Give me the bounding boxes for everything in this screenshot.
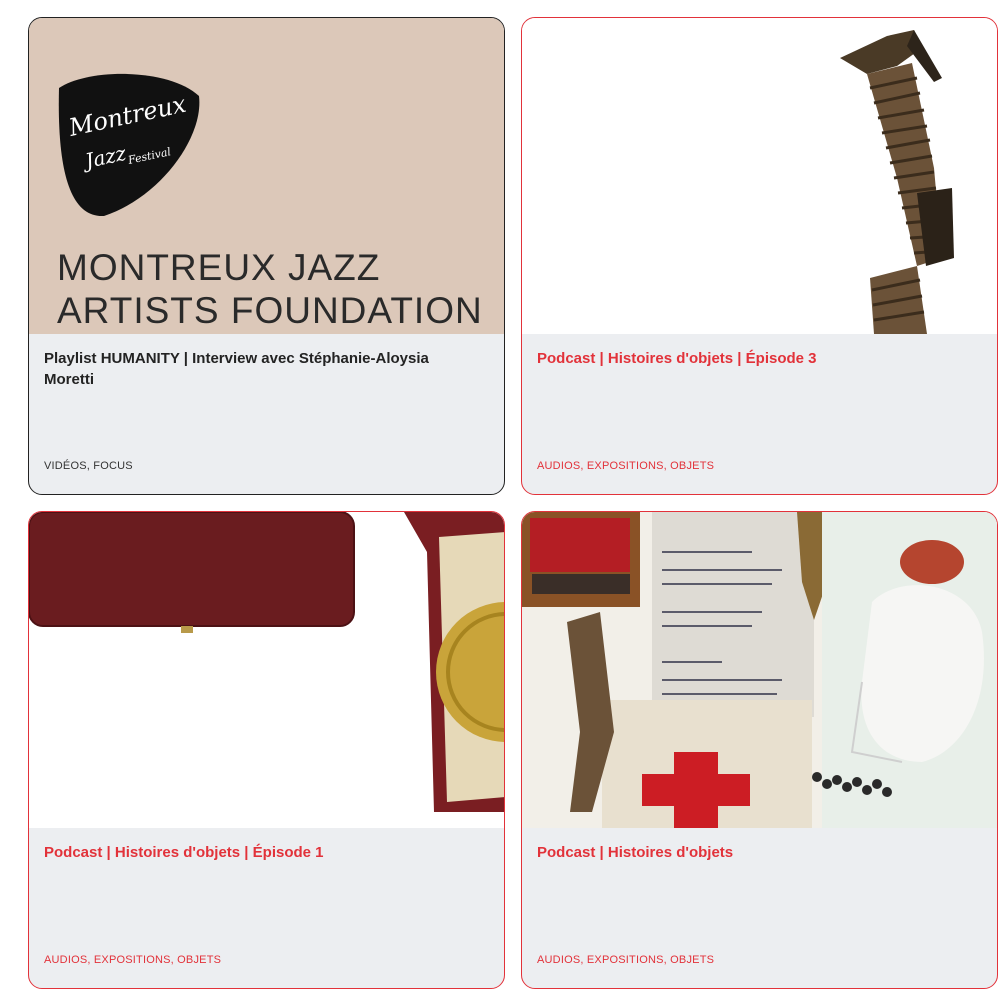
foundation-name-line-2: ARTISTS FOUNDATION	[57, 290, 483, 331]
foundation-name-line-1: MONTREUX JAZZ	[57, 247, 381, 288]
foundation-name: MONTREUX JAZZ ARTISTS FOUNDATION	[57, 246, 483, 332]
wrapped-dagger-image	[840, 30, 954, 334]
montreux-jazz-banner: Montreux Jazz Festival MONTREUX JAZZ ART…	[29, 18, 504, 334]
card-title[interactable]: Podcast | Histoires d'objets | Épisode 1	[44, 842, 464, 863]
card-image-medal-case	[29, 512, 504, 828]
card-podcast-histoires-objets[interactable]: Podcast | Histoires d'objets AUDIOS, EXP…	[521, 511, 998, 989]
card-tags: AUDIOS, EXPOSITIONS, OBJETS	[537, 954, 715, 966]
card-tags: AUDIOS, EXPOSITIONS, OBJETS	[537, 460, 715, 472]
objects-collage-image	[522, 512, 997, 828]
card-title[interactable]: Playlist HUMANITY | Interview avec Stéph…	[44, 348, 464, 390]
card-title[interactable]: Podcast | Histoires d'objets | Épisode 3	[537, 348, 957, 369]
card-podcast-episode-3[interactable]: Podcast | Histoires d'objets | Épisode 3…	[521, 17, 998, 495]
card-montreux-jazz-playlist[interactable]: Montreux Jazz Festival MONTREUX JAZZ ART…	[28, 17, 505, 495]
card-tags: VIDÉOS, FOCUS	[44, 460, 133, 472]
card-title[interactable]: Podcast | Histoires d'objets	[537, 842, 957, 863]
card-image-collage	[522, 512, 997, 828]
card-image-dagger	[522, 18, 997, 334]
medal-case-image	[29, 512, 504, 812]
card-tags: AUDIOS, EXPOSITIONS, OBJETS	[44, 954, 222, 966]
montreux-jazz-logo: Montreux Jazz Festival	[58, 73, 200, 217]
card-podcast-episode-1[interactable]: Podcast | Histoires d'objets | Épisode 1…	[28, 511, 505, 989]
